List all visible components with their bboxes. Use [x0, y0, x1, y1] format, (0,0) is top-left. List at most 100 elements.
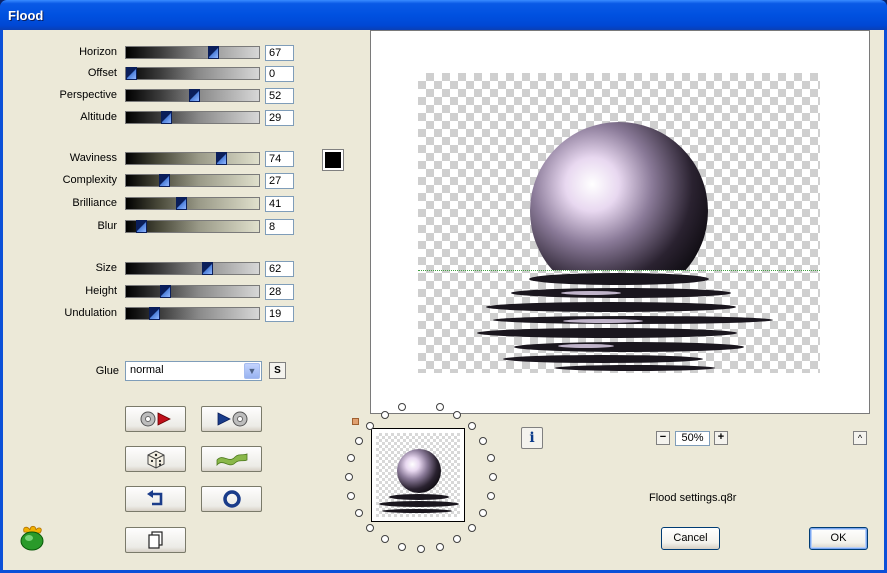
- size-slider[interactable]: [125, 262, 260, 275]
- navigator-ring-dot[interactable]: [347, 454, 355, 462]
- navigator-ring-dot[interactable]: [366, 422, 374, 430]
- cancel-button[interactable]: Cancel: [661, 527, 720, 550]
- glue-s-button[interactable]: S: [269, 362, 286, 379]
- navigator-ring-dot[interactable]: [417, 545, 425, 553]
- preview-canvas[interactable]: [370, 30, 870, 414]
- undulation-slider[interactable]: [125, 307, 260, 320]
- slider-row-height: Height 28: [3, 284, 303, 300]
- blur-label: Blur: [97, 220, 117, 232]
- navigator-ring-dot[interactable]: [489, 473, 497, 481]
- navigator-ring-dot[interactable]: [398, 403, 406, 411]
- title-bar[interactable]: Flood: [0, 0, 887, 30]
- navigator-ring-dot[interactable]: [487, 492, 495, 500]
- ok-button[interactable]: OK: [809, 527, 868, 550]
- navigator-origin-marker[interactable]: [352, 418, 359, 425]
- navigator-ring-dot[interactable]: [347, 492, 355, 500]
- save-preset-button[interactable]: [201, 406, 262, 432]
- wave-button[interactable]: [201, 446, 262, 472]
- load-preset-button[interactable]: [125, 406, 186, 432]
- undulation-value-field[interactable]: 19: [265, 306, 294, 322]
- waviness-value-field[interactable]: 74: [265, 151, 294, 167]
- height-slider-thumb[interactable]: [160, 285, 171, 298]
- zoom-out-button[interactable]: −: [656, 431, 670, 445]
- horizon-line[interactable]: [418, 270, 820, 271]
- horizon-slider-thumb[interactable]: [208, 46, 219, 59]
- flood-window: Flood Horizon 67 Offset 0 Perspective 52 Altit…: [0, 0, 887, 573]
- navigator-ring-dot[interactable]: [487, 454, 495, 462]
- slider-row-undulation: Undulation 19: [3, 306, 303, 322]
- offset-slider[interactable]: [125, 67, 260, 80]
- navigator-ring-dot[interactable]: [381, 535, 389, 543]
- navigator-ring-dot[interactable]: [479, 437, 487, 445]
- waviness-label: Waviness: [69, 152, 117, 164]
- blur-slider[interactable]: [125, 220, 260, 233]
- undulation-slider-thumb[interactable]: [149, 307, 160, 320]
- chevron-down-icon[interactable]: ▼: [244, 363, 260, 379]
- color-swatch[interactable]: [322, 149, 344, 171]
- altitude-value-field[interactable]: 29: [265, 110, 294, 126]
- reset-icon: [222, 490, 241, 508]
- glue-dropdown[interactable]: normal ▼: [125, 361, 262, 381]
- undo-button[interactable]: [125, 486, 186, 512]
- complexity-value-field[interactable]: 27: [265, 173, 294, 189]
- zoom-level[interactable]: 50%: [675, 431, 710, 446]
- complexity-slider[interactable]: [125, 174, 260, 187]
- offset-slider-thumb[interactable]: [126, 67, 137, 80]
- navigator-ring-dot[interactable]: [398, 543, 406, 551]
- dialog-client-area: Horizon 67 Offset 0 Perspective 52 Altitude 29 W…: [3, 30, 884, 570]
- navigator-ring-dot[interactable]: [468, 422, 476, 430]
- altitude-label: Altitude: [80, 111, 117, 123]
- navigator-ring-dot[interactable]: [355, 437, 363, 445]
- reset-button[interactable]: [201, 486, 262, 512]
- perspective-slider-thumb[interactable]: [189, 89, 200, 102]
- navigator-ring-dot[interactable]: [355, 509, 363, 517]
- altitude-slider-thumb[interactable]: [161, 111, 172, 124]
- randomize-dice-icon: [147, 450, 164, 469]
- navigator-thumbnail[interactable]: [371, 428, 465, 522]
- offset-value-field[interactable]: 0: [265, 66, 294, 82]
- brilliance-value-field[interactable]: 41: [265, 196, 294, 212]
- info-button[interactable]: i: [521, 427, 543, 449]
- navigator-ring-dot[interactable]: [366, 524, 374, 532]
- perspective-slider[interactable]: [125, 89, 260, 102]
- horizon-label: Horizon: [79, 46, 117, 58]
- complexity-label: Complexity: [62, 174, 117, 186]
- horizon-value-field[interactable]: 67: [265, 45, 294, 61]
- navigator-ring-dot[interactable]: [381, 411, 389, 419]
- navigator-ring-dot[interactable]: [436, 403, 444, 411]
- brilliance-slider[interactable]: [125, 197, 260, 210]
- navigator-ring-dot[interactable]: [479, 509, 487, 517]
- perspective-value-field[interactable]: 52: [265, 88, 294, 104]
- app-logo-icon: [18, 524, 46, 552]
- brilliance-slider-thumb[interactable]: [176, 197, 187, 210]
- waviness-slider-thumb[interactable]: [216, 152, 227, 165]
- randomize-button[interactable]: [125, 446, 186, 472]
- collapse-button[interactable]: ^: [853, 431, 867, 445]
- navigator-ring-dot[interactable]: [345, 473, 353, 481]
- navigator-ring-dot[interactable]: [453, 535, 461, 543]
- undulation-label: Undulation: [64, 307, 117, 319]
- complexity-slider-thumb[interactable]: [159, 174, 170, 187]
- height-slider[interactable]: [125, 285, 260, 298]
- size-value-field[interactable]: 62: [265, 261, 294, 277]
- zoom-in-button[interactable]: +: [714, 431, 728, 445]
- navigator-ring-dot[interactable]: [436, 543, 444, 551]
- navigator-ring-dot[interactable]: [453, 411, 461, 419]
- window-title: Flood: [8, 8, 44, 23]
- navigator-ring-dot[interactable]: [468, 524, 476, 532]
- slider-row-offset: Offset 0: [3, 66, 303, 82]
- altitude-slider[interactable]: [125, 111, 260, 124]
- wave-icon: [216, 453, 247, 467]
- horizon-slider[interactable]: [125, 46, 260, 59]
- slider-row-altitude: Altitude 29: [3, 110, 303, 126]
- size-slider-thumb[interactable]: [202, 262, 213, 275]
- blur-value-field[interactable]: 8: [265, 219, 294, 235]
- height-value-field[interactable]: 28: [265, 284, 294, 300]
- waviness-slider[interactable]: [125, 152, 260, 165]
- offset-label: Offset: [87, 67, 117, 79]
- slider-row-horizon: Horizon 67: [3, 45, 303, 61]
- glue-label: Glue: [95, 365, 119, 377]
- navigator-image: [379, 449, 459, 513]
- copy-button[interactable]: [125, 527, 186, 553]
- blur-slider-thumb[interactable]: [136, 220, 147, 233]
